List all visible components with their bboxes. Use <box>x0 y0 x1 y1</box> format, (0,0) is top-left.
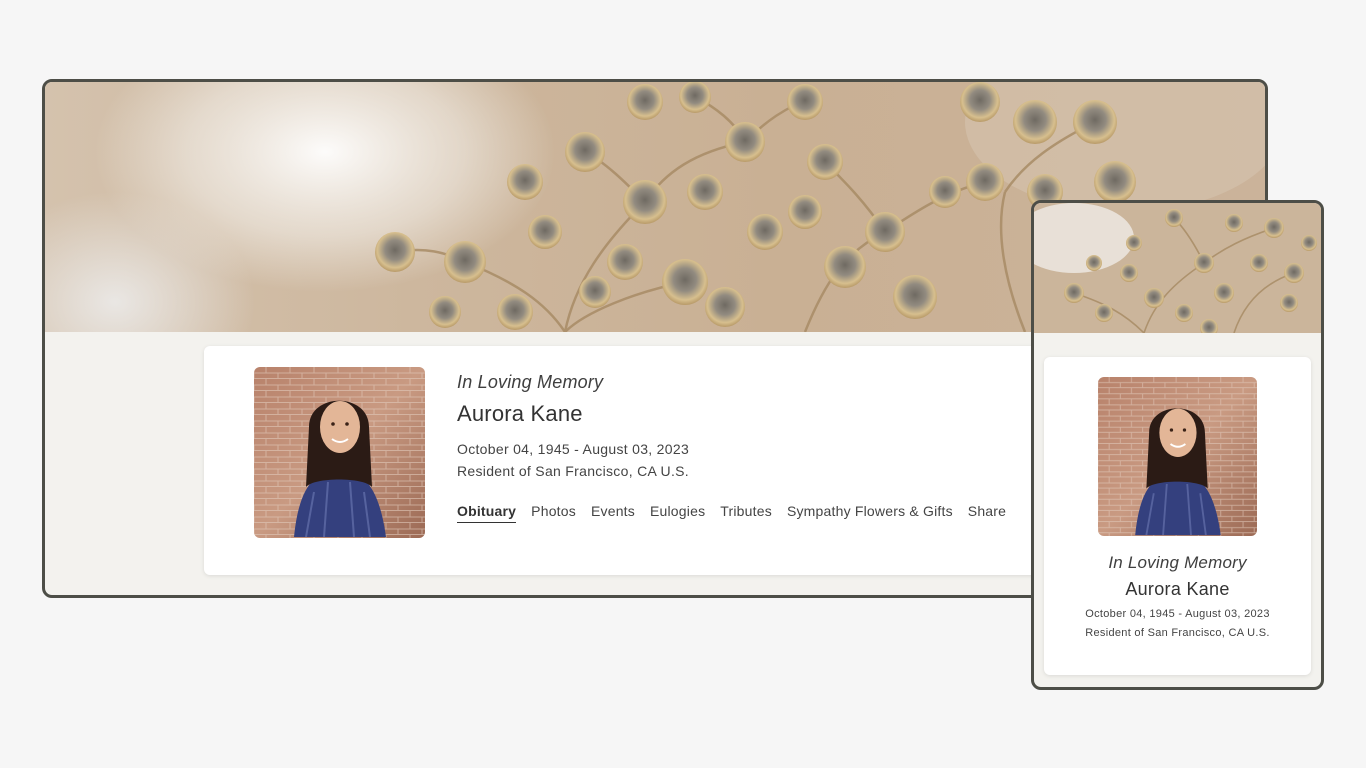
tab-eulogies[interactable]: Eulogies <box>650 503 705 523</box>
tab-tributes[interactable]: Tributes <box>720 503 772 523</box>
tab-events[interactable]: Events <box>591 503 635 523</box>
deceased-name: Aurora Kane <box>457 401 583 426</box>
tab-photos[interactable]: Photos <box>531 503 576 523</box>
mobile-life-dates: October 04, 1945 - August 03, 2023 <box>1085 608 1270 620</box>
tab-sympathy-flowers-gifts[interactable]: Sympathy Flowers & Gifts <box>787 503 953 523</box>
life-dates: October 04, 1945 - August 03, 2023 <box>457 441 690 457</box>
mobile-memorial-card: In Loving Memory Aurora Kane October 04,… <box>1044 357 1311 675</box>
mobile-deceased-name: Aurora Kane <box>1125 579 1230 599</box>
mobile-residence: Resident of San Francisco, CA U.S. <box>1085 627 1270 639</box>
memorial-info: In Loving Memory Aurora Kane October 04,… <box>457 372 689 479</box>
portrait-photo <box>254 367 425 538</box>
mobile-portrait-photo <box>1098 377 1257 536</box>
mobile-cover-banner-image <box>1034 203 1321 333</box>
memorial-kicker: In Loving Memory <box>457 372 604 392</box>
memorial-tabs: Obituary Photos Events Eulogies Tributes… <box>457 503 1006 523</box>
tab-obituary[interactable]: Obituary <box>457 503 517 523</box>
mobile-preview-frame: In Loving Memory Aurora Kane October 04,… <box>1031 200 1324 690</box>
mobile-memorial-info: In Loving Memory Aurora Kane October 04,… <box>1044 553 1311 639</box>
residence: Resident of San Francisco, CA U.S. <box>457 463 689 479</box>
tab-share[interactable]: Share <box>968 503 1006 523</box>
mobile-memorial-kicker: In Loving Memory <box>1108 553 1247 572</box>
